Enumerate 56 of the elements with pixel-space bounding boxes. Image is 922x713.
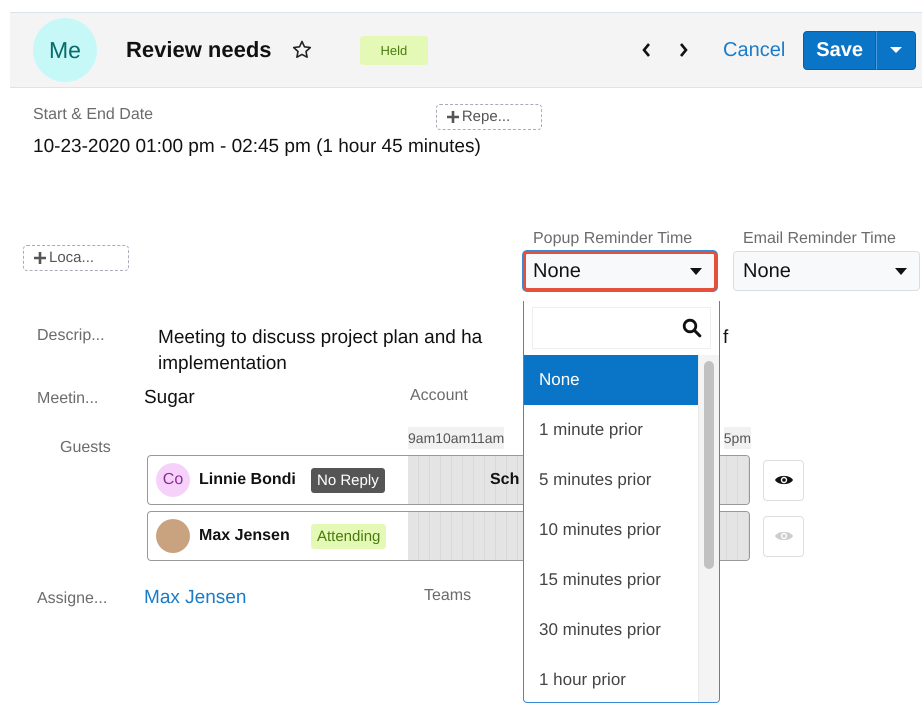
field-label: Email Reminder Time — [743, 230, 897, 248]
hour-label: 11am — [470, 427, 504, 449]
field-label: Guests — [59, 439, 112, 458]
field-label: Teams — [424, 587, 472, 605]
field-label: Account — [410, 387, 468, 405]
field-label: Descrip... — [36, 327, 106, 346]
guest-avatar: Co — [156, 463, 190, 497]
schedule-text: Sch — [490, 471, 520, 489]
dropdown-option[interactable]: 10 minutes prior — [524, 505, 698, 555]
dropdown-option[interactable]: 5 minutes prior — [524, 455, 698, 505]
status-badge: Held — [360, 36, 428, 64]
plus-icon — [446, 110, 459, 122]
hour-label: 9am — [408, 427, 436, 449]
search-icon — [682, 318, 702, 338]
hour-label: 5pm — [724, 427, 751, 449]
save-button[interactable]: Save — [803, 30, 876, 70]
description-text: f — [723, 326, 728, 350]
repeat-button[interactable]: Repe... — [436, 104, 542, 130]
field-label: Meetin... — [36, 390, 100, 408]
dropdown-option[interactable]: 1 minute prior — [524, 405, 698, 455]
caret-down-icon — [690, 268, 702, 274]
guest-name: Max Jensen — [199, 527, 291, 545]
scrollbar-thumb[interactable] — [704, 361, 714, 569]
reminder-select[interactable]: None — [523, 251, 717, 291]
description-text: implementation — [158, 352, 288, 376]
dropdown-option[interactable]: 30 minutes prior — [524, 605, 698, 655]
meeting-value: Sugar — [144, 387, 196, 409]
plus-icon — [34, 252, 46, 264]
location-button[interactable]: Loca... — [23, 245, 129, 271]
save-menu-button[interactable] — [876, 30, 916, 70]
caret-down-icon — [895, 268, 907, 274]
field-label: Popup Reminder Time — [533, 230, 694, 248]
response-badge: Attending — [311, 524, 386, 548]
user-avatar: Me — [33, 18, 97, 82]
description-text: Meeting to discuss project plan and ha — [158, 326, 484, 350]
visibility-button[interactable] — [763, 460, 804, 500]
cancel-button[interactable]: Cancel — [723, 38, 786, 62]
dropdown-option[interactable]: 15 minutes prior — [524, 555, 698, 605]
guest-name: Linnie Bondi — [199, 471, 297, 489]
record-title: Review needs — [126, 37, 272, 63]
field-label: Start & End Date — [33, 106, 154, 124]
assigned-user-link[interactable]: Max Jensen — [144, 587, 424, 609]
caret-down-icon — [890, 46, 902, 54]
date-range-value: 10-23-2020 01:00 pm - 02:45 pm (1 hour 45 minutes) — [33, 136, 481, 158]
eye-icon — [774, 473, 794, 487]
star-icon — [292, 40, 312, 60]
search-field[interactable] — [532, 307, 711, 349]
chevron-right-icon — [677, 42, 690, 58]
response-badge: No Reply — [311, 468, 385, 492]
hour-label: 10am — [435, 427, 470, 449]
reminder-select[interactable]: None — [733, 251, 920, 291]
photo-placeholder — [156, 519, 190, 553]
dropdown-option[interactable]: None — [524, 355, 698, 405]
eye-icon — [774, 529, 794, 543]
field-label: Assigne... — [36, 590, 108, 608]
dropdown-option[interactable]: 1 hour prior — [524, 655, 698, 702]
